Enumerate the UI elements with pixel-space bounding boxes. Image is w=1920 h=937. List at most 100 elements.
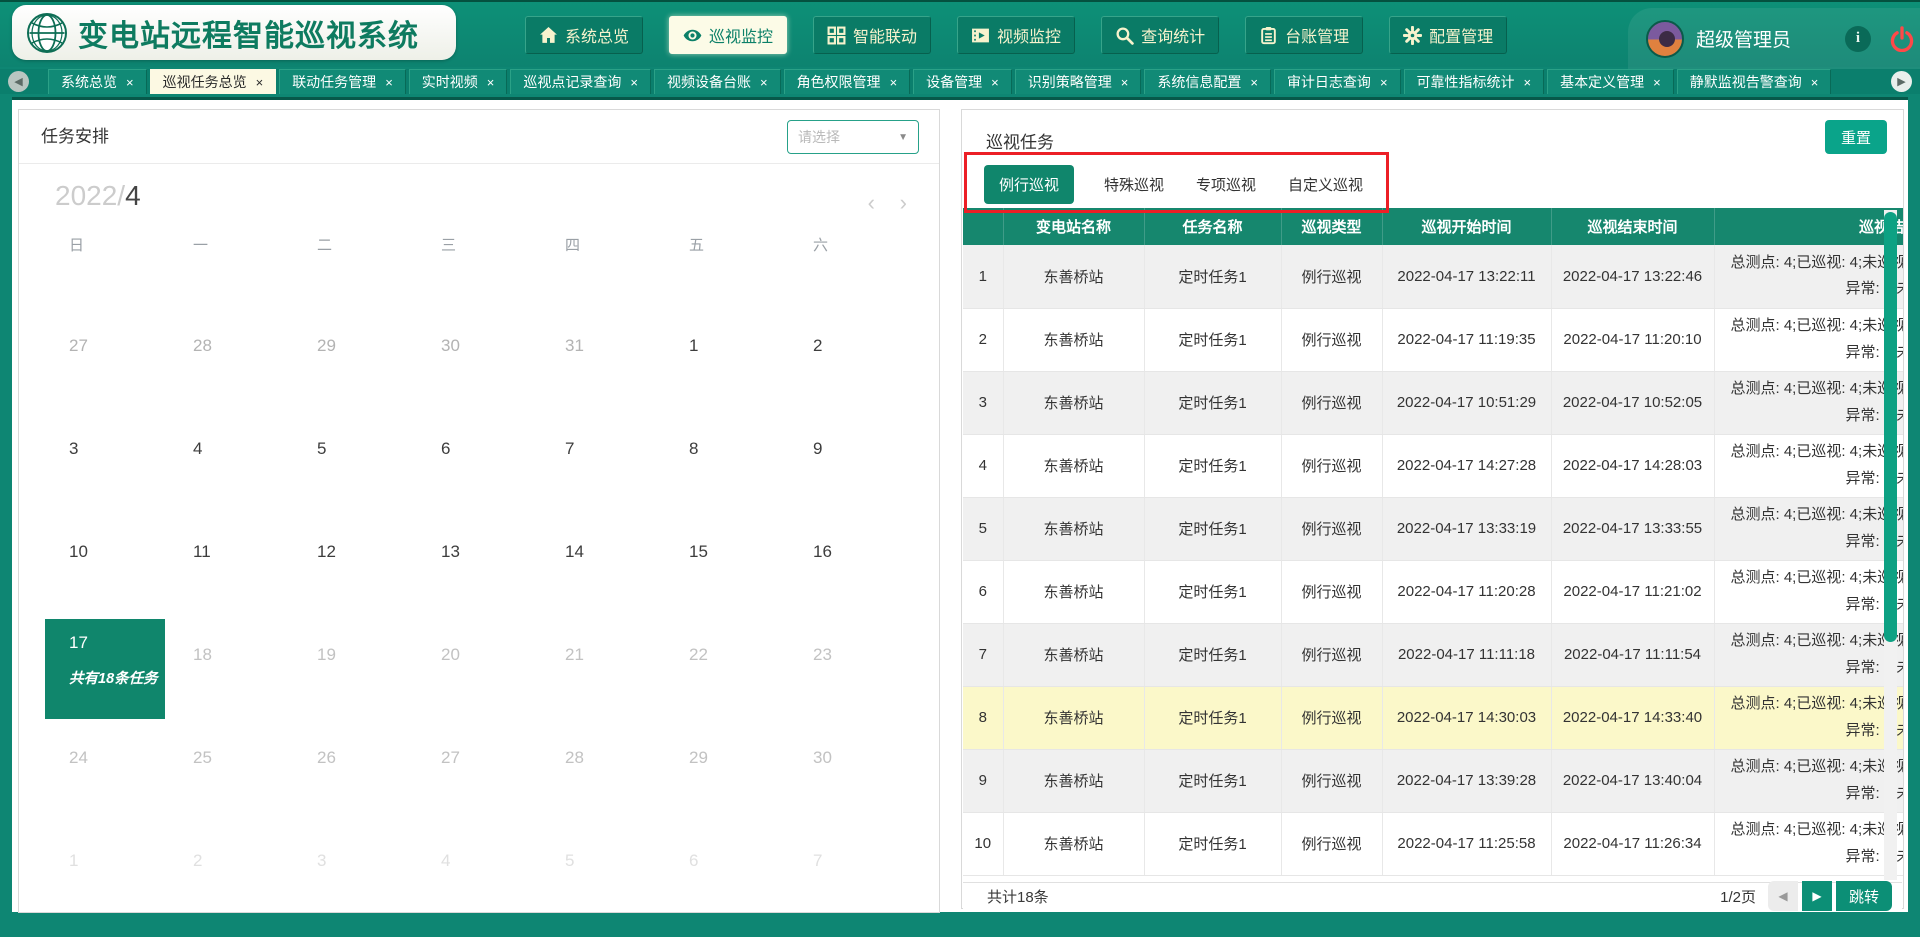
calendar-day-cell[interactable]: 11 [169,516,293,619]
calendar-day-cell[interactable]: 7 [789,825,913,912]
tab-dedicated-inspection[interactable]: 专项巡视 [1194,165,1258,204]
close-icon[interactable]: × [760,76,768,89]
window-tab[interactable]: 系统总览× [48,69,147,94]
calendar-day-cell[interactable]: 30 [789,722,913,825]
table-row[interactable]: 10东善桥站定时任务1例行巡视2022-04-17 11:25:582022-0… [963,812,1903,875]
calendar-day-cell[interactable]: 1 [665,310,789,413]
tabs-scroll-right-icon[interactable]: ▶ [1891,71,1912,92]
calendar-day-cell[interactable]: 8 [665,413,789,516]
nav-ledger-management[interactable]: 台账管理 [1245,16,1363,54]
station-select[interactable]: 请选择 ▼ [787,120,919,154]
close-icon[interactable]: × [1524,76,1532,89]
calendar-day-cell[interactable]: 3 [293,825,417,912]
nav-smart-linkage[interactable]: 智能联动 [813,16,931,54]
table-scrollbar-track[interactable] [1884,210,1897,880]
close-icon[interactable]: × [126,76,134,89]
close-icon[interactable]: × [256,76,264,89]
window-tab[interactable]: 识别策略管理× [1015,69,1142,94]
table-row[interactable]: 3东善桥站定时任务1例行巡视2022-04-17 10:51:292022-04… [963,371,1903,434]
tab-custom-inspection[interactable]: 自定义巡视 [1286,165,1365,204]
calendar-prev-icon[interactable]: ‹ [868,192,875,214]
tab-special-inspection[interactable]: 特殊巡视 [1102,165,1166,204]
table-row[interactable]: 5东善桥站定时任务1例行巡视2022-04-17 13:33:192022-04… [963,497,1903,560]
close-icon[interactable]: × [1250,76,1258,89]
close-icon[interactable]: × [1380,76,1388,89]
tab-routine-inspection[interactable]: 例行巡视 [984,165,1074,204]
nav-config-management[interactable]: 配置管理 [1389,16,1507,54]
close-icon[interactable]: × [487,76,495,89]
close-icon[interactable]: × [890,76,898,89]
close-icon[interactable]: × [991,76,999,89]
nav-inspection-monitor[interactable]: 巡视监控 [669,16,787,54]
calendar-day-cell[interactable]: 20 [417,619,541,722]
power-icon[interactable] [1889,26,1915,52]
window-tab[interactable]: 联动任务管理× [279,69,406,94]
close-icon[interactable]: × [1811,76,1819,89]
calendar-day-cell[interactable]: 2 [169,825,293,912]
calendar-next-icon[interactable]: › [900,192,907,214]
table-row[interactable]: 7东善桥站定时任务1例行巡视2022-04-17 11:11:182022-04… [963,623,1903,686]
window-tab[interactable]: 实时视频× [409,69,508,94]
table-row[interactable]: 2东善桥站定时任务1例行巡视2022-04-17 11:19:352022-04… [963,308,1903,371]
calendar-day-cell[interactable]: 29 [665,722,789,825]
nav-system-overview[interactable]: 系统总览 [525,16,643,54]
close-icon[interactable]: × [630,76,638,89]
nav-query-statistics[interactable]: 查询统计 [1101,16,1219,54]
calendar-day-cell[interactable]: 2 [789,310,913,413]
window-tab[interactable]: 角色权限管理× [784,69,911,94]
calendar-day-cell[interactable]: 14 [541,516,665,619]
nav-video-monitor[interactable]: 视频监控 [957,16,1075,54]
calendar-day-cell[interactable]: 7 [541,413,665,516]
calendar-day-cell[interactable]: 27 [417,722,541,825]
close-icon[interactable]: × [1121,76,1129,89]
close-icon[interactable]: × [385,76,393,89]
user-avatar[interactable] [1646,20,1684,58]
calendar-day-cell[interactable]: 18 [169,619,293,722]
info-icon[interactable]: i [1845,26,1871,52]
next-page-icon[interactable]: ▶ [1802,881,1832,911]
calendar-day-cell[interactable]: 26 [293,722,417,825]
calendar-day-cell[interactable]: 22 [665,619,789,722]
calendar-day-cell[interactable]: 6 [417,413,541,516]
calendar-day-cell[interactable]: 28 [541,722,665,825]
window-tab[interactable]: 静默监视告警查询× [1677,69,1832,94]
calendar-day-cell[interactable]: 4 [169,413,293,516]
calendar-day-cell[interactable]: 21 [541,619,665,722]
table-row[interactable]: 6东善桥站定时任务1例行巡视2022-04-17 11:20:282022-04… [963,560,1903,623]
calendar-day-cell[interactable]: 12 [293,516,417,619]
calendar-day-cell[interactable]: 25 [169,722,293,825]
calendar-day-cell[interactable]: 5 [541,825,665,912]
calendar-day-cell[interactable]: 13 [417,516,541,619]
window-tab[interactable]: 审计日志查询× [1274,69,1401,94]
window-tab[interactable]: 系统信息配置× [1144,69,1271,94]
jump-button[interactable]: 跳转 [1836,881,1892,911]
window-tab[interactable]: 视频设备台账× [654,69,781,94]
reset-button[interactable]: 重置 [1825,120,1887,154]
calendar-day-cell[interactable]: 4 [417,825,541,912]
table-row[interactable]: 4东善桥站定时任务1例行巡视2022-04-17 14:27:282022-04… [963,434,1903,497]
calendar-day-selected[interactable]: 17共有18条任务 [45,619,165,719]
calendar-day-cell[interactable]: 31 [541,310,665,413]
calendar-day-cell[interactable]: 3 [45,413,169,516]
close-icon[interactable]: × [1653,76,1661,89]
calendar-day-cell[interactable]: 24 [45,722,169,825]
calendar-day-cell[interactable]: 19 [293,619,417,722]
table-scrollbar-thumb[interactable] [1884,212,1897,642]
calendar-day-cell[interactable]: 30 [417,310,541,413]
window-tab[interactable]: 巡视任务总览× [150,69,277,94]
window-tab[interactable]: 可靠性指标统计× [1404,69,1545,94]
window-tab[interactable]: 基本定义管理× [1547,69,1674,94]
prev-page-icon[interactable]: ◀ [1768,881,1798,911]
calendar-day-cell[interactable]: 27 [45,310,169,413]
calendar-day-cell[interactable]: 28 [169,310,293,413]
calendar-day-cell[interactable]: 23 [789,619,913,722]
calendar-day-cell[interactable]: 16 [789,516,913,619]
calendar-day-cell[interactable]: 29 [293,310,417,413]
table-row[interactable]: 1东善桥站定时任务1例行巡视2022-04-17 13:22:112022-04… [963,245,1903,308]
calendar-day-cell[interactable]: 1 [45,825,169,912]
window-tab[interactable]: 设备管理× [913,69,1012,94]
table-row[interactable]: 9东善桥站定时任务1例行巡视2022-04-17 13:39:282022-04… [963,749,1903,812]
tabs-scroll-left-icon[interactable]: ◀ [8,71,29,92]
calendar-day-cell[interactable]: 10 [45,516,169,619]
calendar-day-cell[interactable]: 6 [665,825,789,912]
